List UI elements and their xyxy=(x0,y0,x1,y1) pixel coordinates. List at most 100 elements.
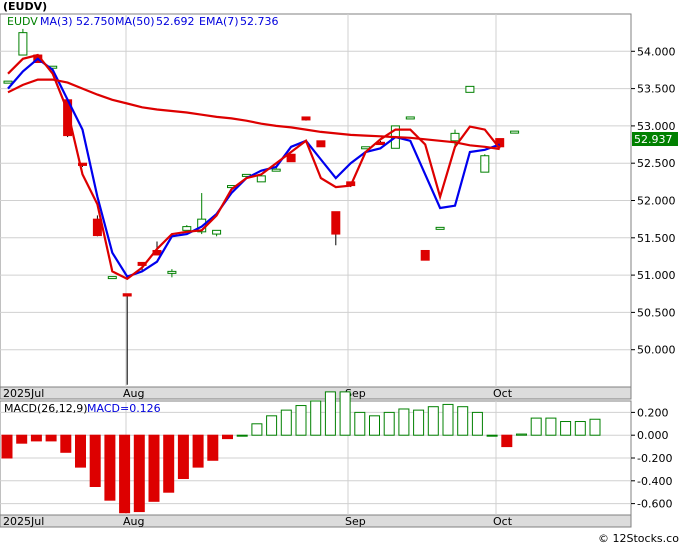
candle-body xyxy=(331,211,341,235)
candle-body xyxy=(107,276,117,280)
price-axis: 54.000 53.500 53.000 52.500 52.000 51.500 51.0… xyxy=(631,45,676,357)
candle-body xyxy=(301,116,311,121)
candle-body xyxy=(405,116,415,120)
macd-tick-label: -0.600 xyxy=(637,498,672,511)
macd-date-label: 2025Jul xyxy=(3,515,44,528)
macd-tick-label: -0.200 xyxy=(637,452,672,465)
macd-bar xyxy=(295,405,307,436)
macd-bar xyxy=(1,434,13,459)
stock-chart-widget: 54.000 53.500 53.000 52.500 52.000 51.500 51.0… xyxy=(0,0,680,546)
macd-legend-label: MACD(26,12,9) xyxy=(4,402,88,415)
macd-date-label: Aug xyxy=(123,515,144,528)
macd-date-label: Sep xyxy=(345,515,366,528)
macd-bar xyxy=(398,408,410,436)
macd-bar xyxy=(75,434,86,468)
macd-date-strip xyxy=(0,514,632,528)
legend-ma3-label: MA(3) xyxy=(40,15,73,28)
macd-bar xyxy=(354,411,366,436)
macd-bar xyxy=(530,417,542,436)
price-badge: 52.937 xyxy=(634,133,673,146)
macd-bar xyxy=(501,434,513,448)
macd-bar xyxy=(266,415,278,436)
macd-bar xyxy=(442,403,454,436)
legend-ticker: EUDV xyxy=(7,15,38,28)
date-label: 2025Jul xyxy=(3,387,44,400)
macd-bar xyxy=(45,434,57,442)
candle-body xyxy=(18,32,28,56)
candle-body xyxy=(420,249,430,261)
candle-body xyxy=(122,293,132,297)
price-tick-label: 52.000 xyxy=(637,195,676,208)
candle-body xyxy=(465,85,475,93)
chart-title: (EUDV) xyxy=(3,0,47,13)
macd-bar xyxy=(192,434,204,468)
legend-ma3-value: 52.750 xyxy=(76,15,115,28)
chart-canvas: 54.000 53.500 53.000 52.500 52.000 51.500 51.0… xyxy=(0,0,680,545)
candle-body xyxy=(167,270,177,274)
macd-bar xyxy=(251,423,263,436)
legend-ema7-label: EMA(7) xyxy=(199,15,239,28)
macd-bar xyxy=(369,415,380,436)
macd-bar xyxy=(516,433,527,436)
macd-bar xyxy=(324,391,336,436)
macd-bar xyxy=(30,434,42,442)
macd-bar xyxy=(236,434,248,437)
macd-bar xyxy=(89,434,101,488)
macd-bar xyxy=(207,434,219,461)
macd-tick-label: -0.400 xyxy=(637,475,672,488)
date-label: Oct xyxy=(493,387,513,400)
macd-bar xyxy=(163,434,175,493)
macd-bar xyxy=(339,391,351,436)
macd-bar xyxy=(222,434,233,440)
candle-body xyxy=(182,226,192,231)
watermark: © 12Stocks.com xyxy=(598,532,680,545)
candle-body xyxy=(450,132,460,142)
legend-ma50-value: 52.692 xyxy=(156,15,195,28)
macd-bar xyxy=(427,406,439,436)
legend-ema7-value: 52.736 xyxy=(240,15,279,28)
date-strip xyxy=(0,386,632,400)
price-tick-label: 51.000 xyxy=(637,269,676,282)
macd-bar xyxy=(574,421,586,436)
price-tick-label: 51.500 xyxy=(637,232,676,245)
candle-body xyxy=(480,155,490,173)
macd-bar xyxy=(310,400,322,436)
price-legend: EUDV MA(3) 52.750 MA(50) 52.692 EMA(7) 5… xyxy=(7,15,279,28)
candle-body xyxy=(435,226,445,230)
price-tick-label: 52.500 xyxy=(637,157,676,170)
macd-bar xyxy=(413,409,425,436)
candle-body xyxy=(316,140,326,148)
macd-bar xyxy=(545,417,557,436)
macd-bar xyxy=(486,434,498,437)
price-tick-label: 50.000 xyxy=(637,344,676,357)
macd-bar xyxy=(177,434,189,480)
candle-body xyxy=(271,168,281,172)
macd-bar xyxy=(457,406,469,436)
candle-body xyxy=(256,175,266,183)
macd-date-label: Oct xyxy=(493,515,513,528)
macd-bar xyxy=(104,434,116,501)
macd-bar xyxy=(471,411,483,436)
macd-bar xyxy=(16,434,28,444)
macd-bar xyxy=(589,418,601,436)
candle-body xyxy=(212,229,222,235)
macd-axis: 0.200 0.000 -0.200 -0.400 -0.600 xyxy=(631,406,672,511)
price-tick-label: 53.000 xyxy=(637,120,676,133)
macd-bar xyxy=(60,434,72,453)
macd-bar xyxy=(383,411,395,436)
macd-tick-label: 0.200 xyxy=(637,406,669,419)
candle-body xyxy=(3,80,13,84)
candle-body xyxy=(510,130,520,134)
macd-bar xyxy=(280,409,292,436)
macd-tick-label: 0.000 xyxy=(637,429,669,442)
macd-legend-value: MACD=0.126 xyxy=(87,402,161,415)
legend-ma50-label: MA(50) xyxy=(115,15,155,28)
macd-bar xyxy=(560,421,572,436)
macd-bar xyxy=(133,434,145,513)
price-tick-label: 53.500 xyxy=(637,83,676,96)
macd-bar xyxy=(148,434,160,502)
date-label: Aug xyxy=(123,387,144,400)
price-tick-label: 50.500 xyxy=(637,306,676,319)
price-tick-label: 54.000 xyxy=(637,45,676,58)
macd-bar xyxy=(119,434,131,514)
